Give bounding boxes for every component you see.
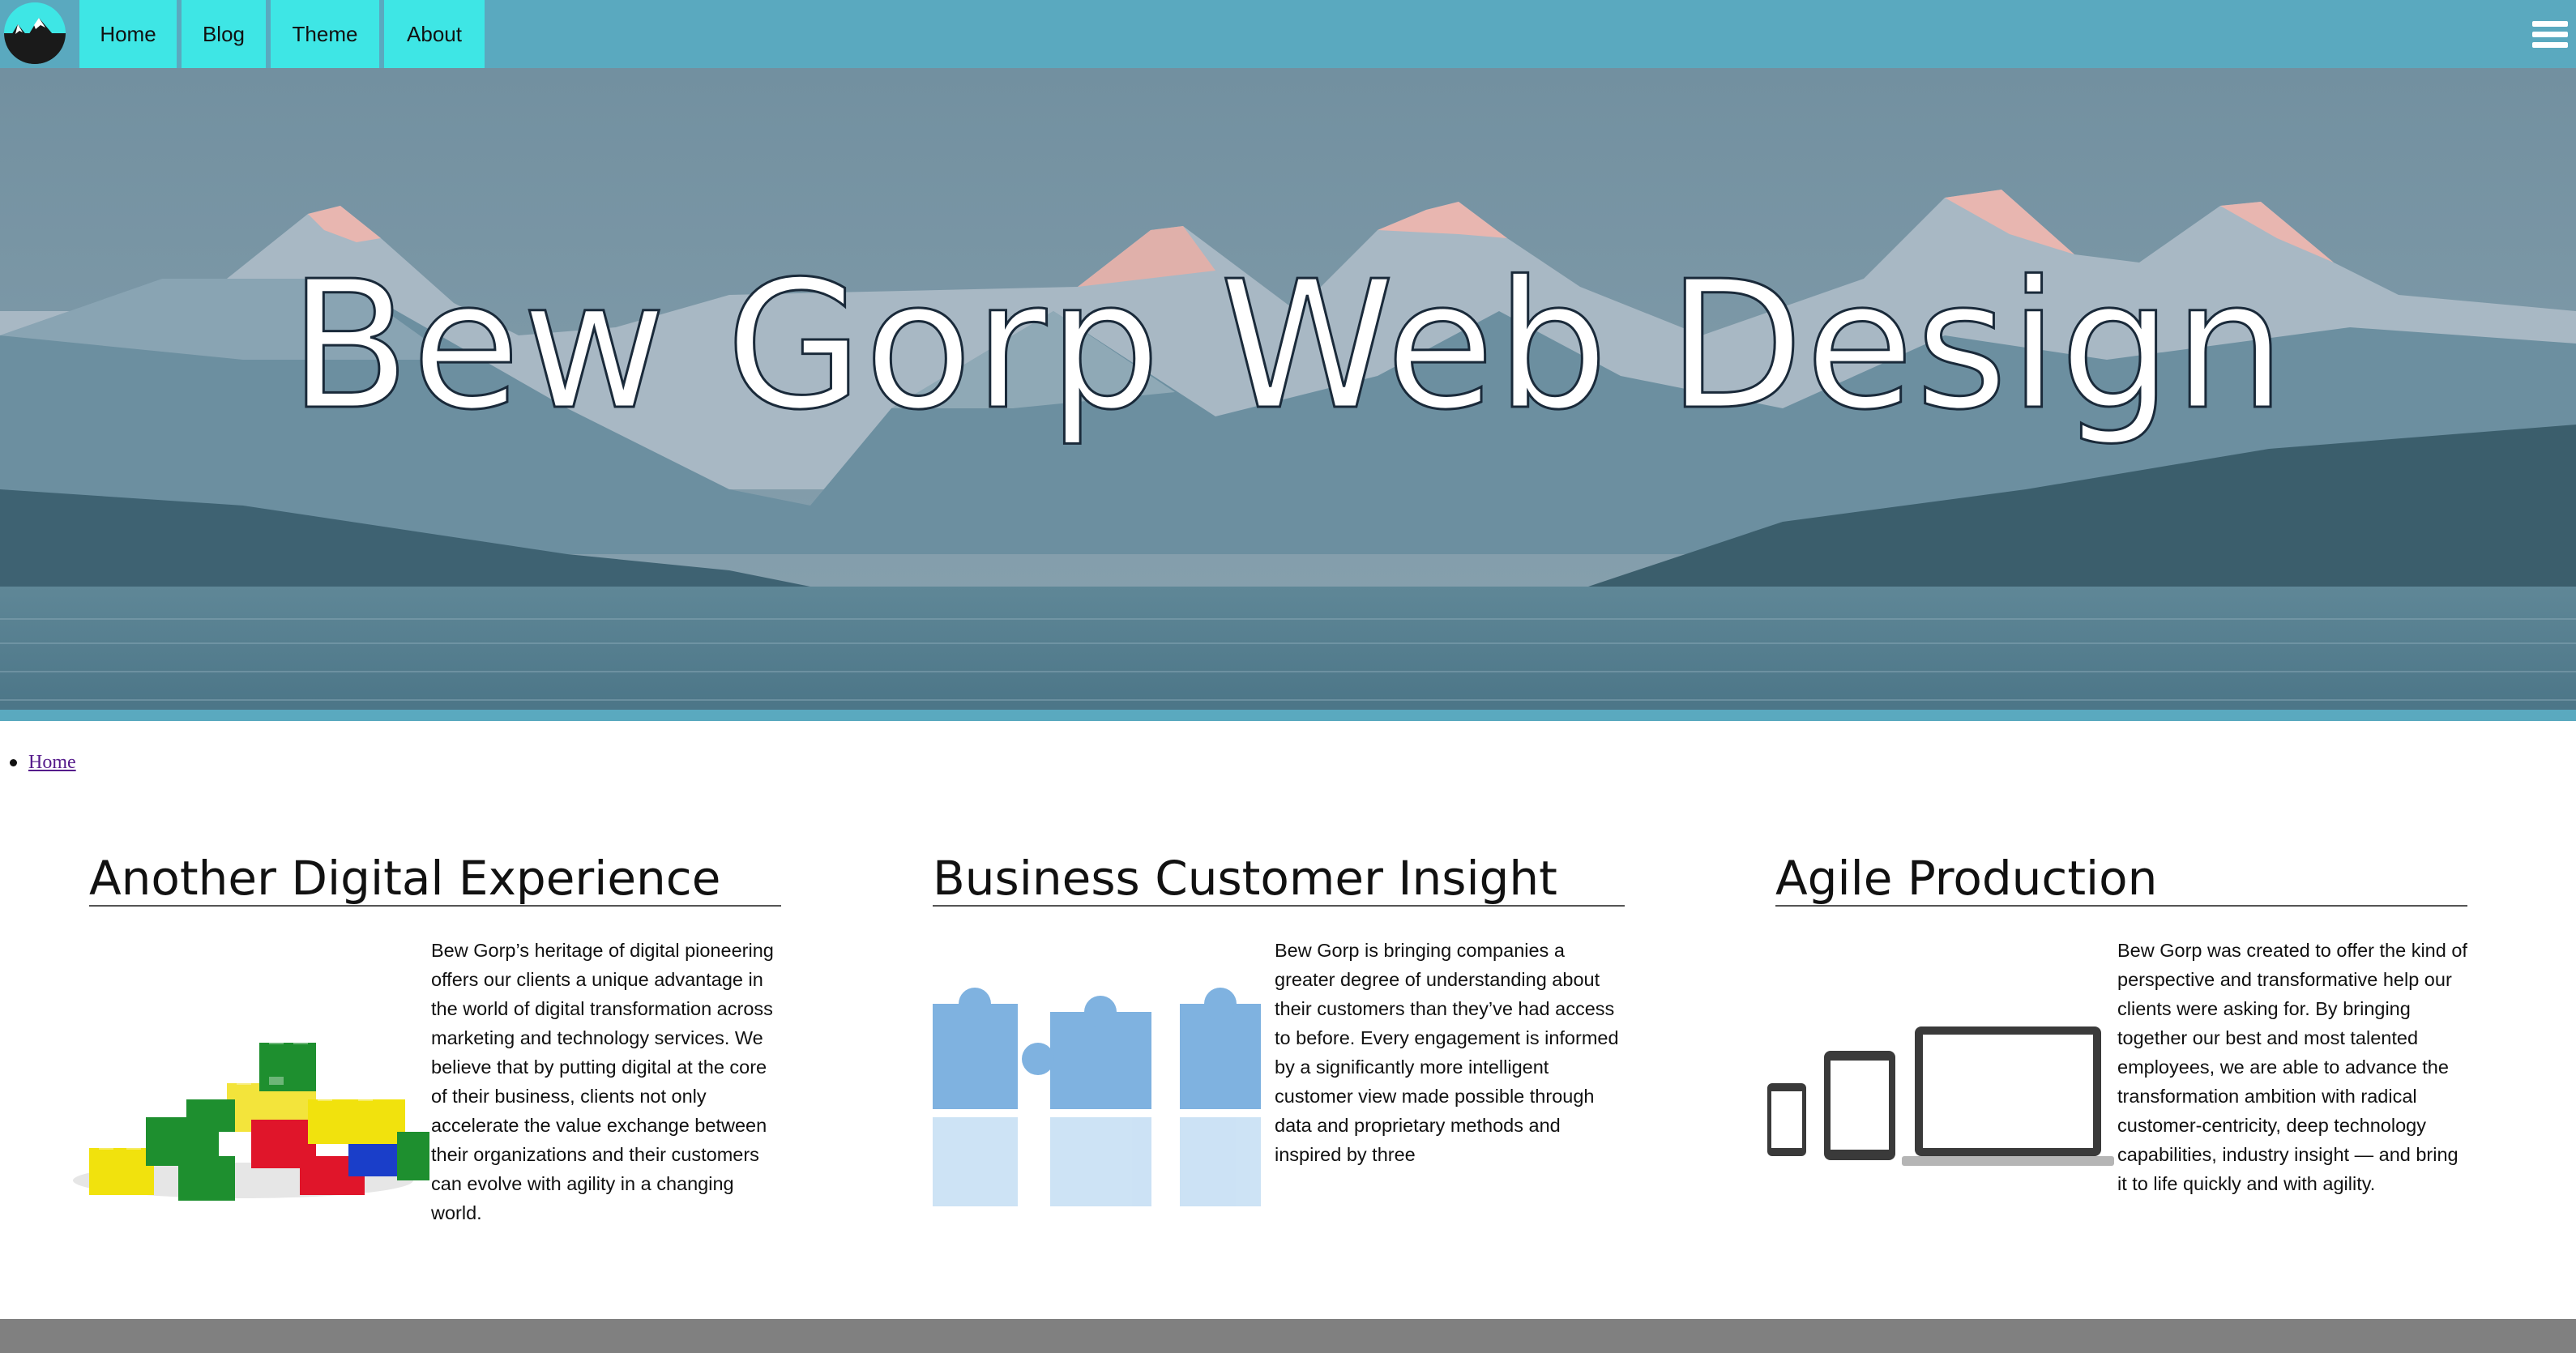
nav-theme[interactable]: Theme [271, 0, 379, 68]
devices-image [1743, 937, 2116, 1229]
hero-divider [0, 710, 2576, 721]
nav-home[interactable]: Home [79, 0, 177, 68]
mountain-logo[interactable] [3, 0, 66, 66]
hamburger-menu-icon[interactable] [2532, 21, 2568, 50]
puzzle-pieces-image [900, 937, 1273, 1229]
breadcrumb-home-link[interactable]: Home [28, 752, 76, 774]
footer [0, 1319, 2576, 1353]
nav-about[interactable]: About [384, 0, 485, 68]
bullet-icon [10, 759, 17, 766]
breadcrumb: Home [10, 752, 76, 774]
hero-banner: Bew Gorp Web Design [0, 68, 2576, 721]
feature-column-3: Agile Production Bew Gorp was created to… [1767, 847, 2467, 1194]
column-body: Bew Gorp was created to offer the kind o… [2117, 940, 2467, 1194]
column-heading: Another Digital Experience [89, 847, 781, 907]
main-nav: Home Blog Theme About [79, 0, 489, 68]
column-heading: Agile Production [1775, 847, 2467, 907]
column-body: Bew Gorp’s heritage of digital pioneerin… [431, 940, 774, 1223]
feature-column-1: Another Digital Experience Bew Gorp’s he… [73, 847, 781, 1223]
column-body: Bew Gorp is bringing companies a greater… [1275, 940, 1619, 1165]
top-navbar: Home Blog Theme About [0, 0, 2576, 68]
nav-blog[interactable]: Blog [182, 0, 266, 68]
column-heading: Business Customer Insight [933, 847, 1625, 907]
feature-column-2: Business Customer Insight Bew Gorp is br… [933, 847, 1625, 1206]
hero-title: Bew Gorp Web Design [288, 244, 2288, 449]
breadcrumb-item: Home [10, 752, 76, 774]
lego-bricks-image [57, 937, 444, 1229]
